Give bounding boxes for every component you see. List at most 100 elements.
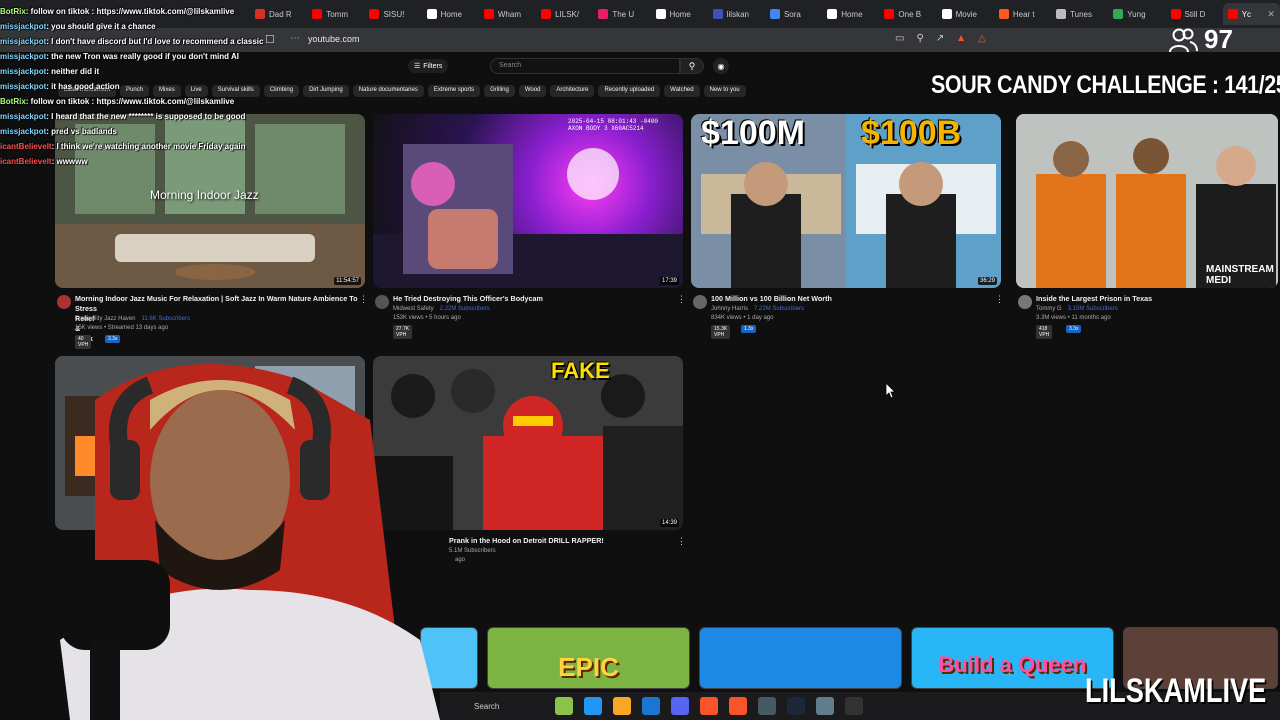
browser-tab[interactable]: Home [651, 3, 708, 25]
browser-tab[interactable]: Still D [1166, 3, 1223, 25]
more-options-icon[interactable]: ⋮ [677, 536, 686, 547]
browser-tab[interactable]: Yung [1108, 3, 1165, 25]
channel-avatar[interactable] [375, 295, 389, 309]
category-chip[interactable]: Wood [518, 85, 547, 97]
zoom-icon[interactable]: ⚲ [916, 33, 923, 44]
more-options-icon[interactable]: ⋮ [677, 294, 686, 305]
search-input[interactable]: Search [490, 58, 680, 74]
app-icon[interactable] [816, 697, 834, 715]
taskbar-search[interactable]: Search [474, 702, 544, 711]
tab-label: Wham [497, 9, 521, 19]
channel-name-text: Johnny Harris [711, 306, 749, 312]
category-chip[interactable]: Architecture [550, 85, 595, 97]
channel-avatar[interactable] [693, 295, 707, 309]
browser-tab[interactable]: One B [879, 3, 936, 25]
browser-tab[interactable]: SISU! [364, 3, 421, 25]
channel-avatar[interactable] [57, 295, 71, 309]
browser-tab[interactable]: Yc ✕ [1222, 3, 1280, 25]
category-chip[interactable]: Nature documentaries [352, 85, 424, 97]
bodycam-timestamp: 2025-04-15 08:01:43 -0400 AXON BODY 3 X6… [568, 118, 659, 132]
browser-tab[interactable]: Wham [479, 3, 536, 25]
challenge-counter: SOUR CANDY CHALLENGE : 141/250 [931, 71, 1280, 99]
channel-avatar[interactable] [1018, 295, 1032, 309]
store-icon[interactable] [642, 697, 660, 715]
game-icon[interactable] [555, 697, 573, 715]
browser-tab[interactable]: Tunes [1051, 3, 1108, 25]
chat-message: icantBelieveIt: I think we're watching a… [0, 139, 290, 154]
chat-text: : I think we're watching another movie F… [51, 142, 246, 151]
chat-username: missjackpot [0, 127, 47, 136]
microphone-icon: ◉ [717, 61, 725, 71]
tab-label: Still D [1184, 9, 1206, 19]
channel-name[interactable]: Midwest Safety 2.22M Subscribers [393, 306, 490, 312]
search-button[interactable]: ⚲ [680, 58, 704, 74]
url-field[interactable]: ⋯ youtube.com [290, 33, 360, 44]
share-icon[interactable]: ↗ [936, 33, 944, 44]
channel-name[interactable]: Tranquility Jazz Haven 11.6K Subscribers [75, 316, 190, 322]
video-title[interactable]: Morning Indoor Jazz Music For Relaxation… [75, 294, 360, 304]
video-title[interactable]: He Tried Destroying This Officer's Bodyc… [393, 294, 678, 304]
search-placeholder: Search [499, 62, 522, 69]
video-title[interactable]: Inside the Largest Prison in Texas [1036, 294, 1280, 304]
chat-text: : wwwww [51, 157, 88, 166]
browser-tab[interactable]: The U [593, 3, 650, 25]
video-title[interactable]: 100 Million vs 100 Billion Net Worth [711, 294, 996, 304]
category-chip[interactable]: Dirt Jumping [303, 85, 349, 97]
stream-chat: BotRix: follow on tiktok : https://www.t… [0, 4, 290, 169]
lunar-icon[interactable] [729, 697, 747, 715]
video-thumbnail[interactable]: $100M $100B 36:29 [691, 114, 1001, 288]
brave-rewards-icon[interactable]: △ [978, 33, 986, 44]
chat-username: missjackpot [0, 112, 47, 121]
more-options-icon[interactable]: ⋮ [995, 294, 1004, 305]
video-thumbnail[interactable]: MAINSTREAM MEDI [1016, 114, 1278, 288]
chat-username: missjackpot [0, 82, 47, 91]
category-chip[interactable]: Extreme sports [427, 85, 481, 97]
channel-subscribers: 3.15M Subscribers [1067, 306, 1118, 312]
brave-icon[interactable] [700, 697, 718, 715]
discord-icon[interactable] [671, 697, 689, 715]
copilot-icon[interactable] [584, 697, 602, 715]
stream-brand: LILSKAMLIVE [1085, 672, 1267, 710]
vph-badge: 27.7K VPH [393, 325, 413, 339]
channel-name[interactable]: Johnny Harris 7.22M Subscribers [711, 306, 804, 312]
filters-button[interactable]: ☰ Filters [408, 59, 449, 73]
category-chip[interactable]: Watched [664, 85, 700, 97]
tab-label: SISU! [383, 9, 405, 19]
brave-shield-icon[interactable]: ▲ [956, 33, 966, 44]
browser-tab[interactable]: Hear t [994, 3, 1051, 25]
cast-icon[interactable]: ▭ [895, 33, 904, 44]
voice-search-button[interactable]: ◉ [713, 58, 729, 74]
browser-tab[interactable]: Tomm [307, 3, 364, 25]
site-settings-icon[interactable]: ⋯ [290, 33, 300, 44]
steam-icon[interactable] [787, 697, 805, 715]
video-title[interactable]: Prank in the Hood on Detroit DRILL RAPPE… [449, 536, 679, 546]
game-card[interactable] [699, 627, 902, 689]
tab-close-icon[interactable]: ✕ [1267, 9, 1275, 20]
browser-tab[interactable]: Home [822, 3, 879, 25]
category-chip[interactable]: Recently uploaded [598, 85, 661, 97]
category-chip[interactable]: Grilling [484, 85, 515, 97]
tab-favicon-icon [1170, 9, 1181, 19]
mouse-cursor-icon [886, 383, 896, 399]
browser-tab[interactable]: lilskan [708, 3, 765, 25]
game-card[interactable]: Build a Queen [911, 627, 1114, 689]
thumbnail-right-price: $100B [861, 114, 962, 152]
obs-icon[interactable] [758, 697, 776, 715]
video-meta: ago [455, 557, 466, 563]
game-card[interactable]: EPIC [487, 627, 690, 689]
browser-tab[interactable]: LILSK/ [536, 3, 593, 25]
video-duration: 11:54:57 [334, 277, 361, 285]
thumbnail-overlay-text: MAINSTREAM MEDI [1206, 264, 1274, 286]
video-thumbnail[interactable]: 2025-04-15 08:01:43 -0400 AXON BODY 3 X6… [373, 114, 683, 288]
tab-label: Yung [1127, 9, 1146, 19]
video-duration: 36:29 [977, 277, 997, 285]
tab-favicon-icon [941, 9, 952, 19]
more-options-icon[interactable]: ⋮ [359, 294, 368, 305]
browser-tab[interactable]: Home [422, 3, 479, 25]
4k-icon[interactable] [845, 697, 863, 715]
browser-tab[interactable]: Movie [937, 3, 994, 25]
browser-tab[interactable]: Sora [765, 3, 822, 25]
folder-icon[interactable] [613, 697, 631, 715]
category-chip[interactable]: New to you [703, 85, 746, 97]
channel-name[interactable]: Tommy G 3.15M Subscribers [1036, 306, 1118, 312]
